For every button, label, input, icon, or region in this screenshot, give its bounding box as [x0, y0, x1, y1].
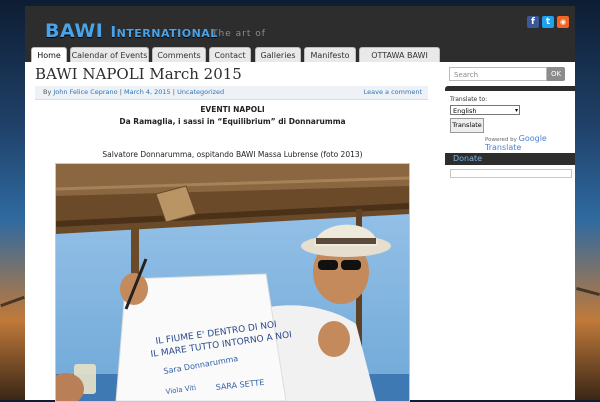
- nav-tab-comments[interactable]: Comments: [152, 47, 206, 62]
- byline-sep-2: |: [172, 88, 175, 96]
- post-photo[interactable]: IL FIUME E' DENTRO DI NOI IL MARE TUTTO …: [55, 163, 410, 402]
- photo-caption: Salvatore Donnarumma, ospitando BAWI Mas…: [102, 150, 363, 159]
- nav-tab-home[interactable]: Home: [31, 47, 67, 62]
- post-content: BAWI NAPOLI March 2015 By John Felice Ce…: [25, 62, 440, 402]
- site-header: BAWI International The art of f t ◉: [25, 6, 575, 42]
- nav-tab-calendar[interactable]: Calendar of Events: [70, 47, 149, 62]
- background-branch-left: [0, 295, 25, 308]
- chevron-down-icon: ▾: [514, 107, 518, 114]
- translate-label: Translate to:: [450, 96, 488, 103]
- facebook-icon[interactable]: f: [527, 16, 539, 28]
- nav-tab-ottawa[interactable]: OTTAWA BAWI 2014: [359, 47, 440, 75]
- leave-comment-link[interactable]: Leave a comment: [364, 86, 422, 99]
- post-byline: By John Felice Ceprano | March 4, 2015 |…: [43, 86, 224, 99]
- sidebar-divider-1: [445, 86, 575, 91]
- background-branch-right: [576, 286, 600, 297]
- twitter-icon[interactable]: t: [542, 16, 554, 28]
- category-link[interactable]: Uncategorized: [177, 88, 224, 96]
- nav-tab-galleries[interactable]: Galleries: [255, 47, 301, 62]
- post-heading-1: EVENTI NAPOLI: [200, 105, 265, 114]
- translate-button[interactable]: Translate: [450, 118, 484, 133]
- logo-rest: International: [110, 23, 218, 41]
- google-translate-credit[interactable]: Powered by Google Translate: [485, 134, 575, 152]
- donate-heading: Donate: [445, 153, 575, 165]
- post-title[interactable]: BAWI NAPOLI March 2015: [35, 65, 242, 83]
- author-link[interactable]: John Felice Ceprano: [53, 88, 117, 96]
- main-area: BAWI NAPOLI March 2015 By John Felice Ce…: [25, 62, 575, 402]
- language-select-value: English: [453, 107, 477, 115]
- main-nav: Home Calendar of Events Comments Contact…: [25, 42, 575, 75]
- site-tagline: The art of: [212, 29, 266, 39]
- site-logo[interactable]: BAWI International: [45, 20, 218, 42]
- page-wrapper: BAWI International The art of f t ◉ Home…: [25, 0, 575, 402]
- post-heading-2: Da Ramaglia, i sassi in “Equilibrium” di…: [119, 117, 346, 126]
- language-select[interactable]: English ▾: [450, 105, 520, 115]
- byline-sep-1: |: [119, 88, 122, 96]
- search-input[interactable]: Search: [449, 67, 547, 81]
- date-link[interactable]: March 4, 2015: [124, 88, 171, 96]
- photo-illustration: IL FIUME E' DENTRO DI NOI IL MARE TUTTO …: [56, 164, 409, 401]
- logo-first: BAWI: [45, 20, 104, 42]
- nav-tab-manifesto[interactable]: Manifesto: [304, 47, 356, 62]
- byline-prefix: By: [43, 88, 52, 96]
- post-meta: By John Felice Ceprano | March 4, 2015 |…: [35, 86, 428, 100]
- nav-tab-contact[interactable]: Contact: [209, 47, 251, 62]
- sidebar: Search OK Translate to: English ▾ Transl…: [445, 62, 575, 400]
- rss-icon[interactable]: ◉: [557, 16, 569, 28]
- search-ok-button[interactable]: OK: [547, 67, 565, 81]
- donate-widget[interactable]: [450, 169, 572, 178]
